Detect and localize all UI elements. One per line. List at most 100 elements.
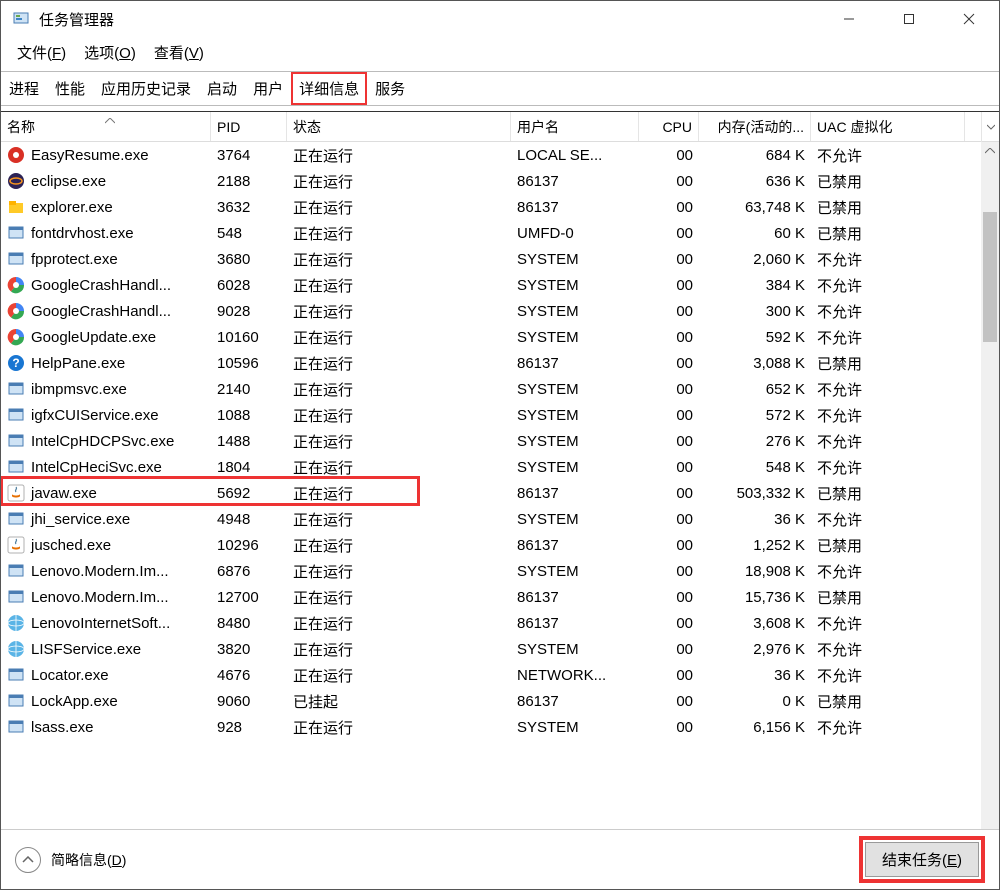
cell-cpu: 00 — [639, 405, 699, 426]
cell-uac: 不允许 — [811, 299, 965, 324]
col-pid[interactable]: PID — [211, 112, 287, 141]
process-icon — [7, 692, 25, 710]
maximize-button[interactable] — [879, 1, 939, 37]
window-controls — [819, 1, 999, 37]
menu-view[interactable]: 查看(V) — [150, 40, 208, 65]
table-row[interactable]: fontdrvhost.exe548正在运行UMFD-00060 K已禁用 — [1, 220, 999, 246]
process-icon — [7, 328, 25, 346]
process-name: IntelCpHDCPSvc.exe — [31, 433, 174, 450]
process-name: HelpPane.exe — [31, 355, 125, 372]
process-icon — [7, 172, 25, 190]
table-row[interactable]: explorer.exe3632正在运行861370063,748 K已禁用 — [1, 194, 999, 220]
cell-pid: 2188 — [211, 171, 287, 192]
cell-name: Lenovo.Modern.Im... — [1, 560, 211, 582]
table-row[interactable]: LockApp.exe9060已挂起86137000 K已禁用 — [1, 688, 999, 714]
table-row[interactable]: GoogleCrashHandl...9028正在运行SYSTEM00300 K… — [1, 298, 999, 324]
cell-memory: 572 K — [699, 405, 811, 426]
close-button[interactable] — [939, 1, 999, 37]
cell-cpu: 00 — [639, 613, 699, 634]
cell-cpu: 00 — [639, 301, 699, 322]
table-row[interactable]: fpprotect.exe3680正在运行SYSTEM002,060 K不允许 — [1, 246, 999, 272]
table-row[interactable]: IntelCpHeciSvc.exe1804正在运行SYSTEM00548 K不… — [1, 454, 999, 480]
vertical-scrollbar[interactable] — [981, 142, 999, 872]
cell-status: 正在运行 — [287, 585, 511, 610]
cell-user: SYSTEM — [511, 275, 639, 296]
minimize-button[interactable] — [819, 1, 879, 37]
col-status[interactable]: 状态 — [287, 112, 511, 141]
col-user[interactable]: 用户名 — [511, 112, 639, 141]
cell-memory: 36 K — [699, 509, 811, 530]
cell-uac: 不允许 — [811, 663, 965, 688]
tab-processes[interactable]: 进程 — [1, 72, 47, 105]
cell-cpu: 00 — [639, 483, 699, 504]
cell-cpu: 00 — [639, 431, 699, 452]
cell-uac: 不允许 — [811, 455, 965, 480]
table-row[interactable]: GoogleUpdate.exe10160正在运行SYSTEM00592 K不允… — [1, 324, 999, 350]
menu-file[interactable]: 文件(F) — [13, 40, 70, 65]
table-row[interactable]: jusched.exe10296正在运行86137001,252 K已禁用 — [1, 532, 999, 558]
process-name: fontdrvhost.exe — [31, 225, 134, 242]
table-row[interactable]: ibmpmsvc.exe2140正在运行SYSTEM00652 K不允许 — [1, 376, 999, 402]
col-uac[interactable]: UAC 虚拟化 — [811, 112, 965, 141]
process-icon — [7, 380, 25, 398]
table-row[interactable]: Lenovo.Modern.Im...6876正在运行SYSTEM0018,90… — [1, 558, 999, 584]
process-icon — [7, 432, 25, 450]
cell-name: javaw.exe — [1, 482, 211, 504]
table-row[interactable]: eclipse.exe2188正在运行8613700636 K已禁用 — [1, 168, 999, 194]
table-row[interactable]: Locator.exe4676正在运行NETWORK...0036 K不允许 — [1, 662, 999, 688]
process-icon — [7, 562, 25, 580]
cell-status: 正在运行 — [287, 715, 511, 740]
cell-uac: 不允许 — [811, 247, 965, 272]
cell-cpu: 00 — [639, 717, 699, 738]
table-row[interactable]: IntelCpHDCPSvc.exe1488正在运行SYSTEM00276 K不… — [1, 428, 999, 454]
cell-memory: 276 K — [699, 431, 811, 452]
tab-app-history[interactable]: 应用历史记录 — [93, 72, 199, 105]
tab-services[interactable]: 服务 — [367, 72, 413, 105]
cell-pid: 4676 — [211, 665, 287, 686]
less-details-label: 简略信息(D) — [51, 850, 126, 870]
table-row[interactable]: Lenovo.Modern.Im...12700正在运行861370015,73… — [1, 584, 999, 610]
cell-name: LISFService.exe — [1, 638, 211, 660]
table-row[interactable]: lsass.exe928正在运行SYSTEM006,156 K不允许 — [1, 714, 999, 740]
cell-pid: 9060 — [211, 691, 287, 712]
process-name: fpprotect.exe — [31, 251, 118, 268]
end-task-highlight: 结束任务(E) — [859, 836, 985, 883]
end-task-button[interactable]: 结束任务(E) — [865, 842, 979, 877]
table-row[interactable]: jhi_service.exe4948正在运行SYSTEM0036 K不允许 — [1, 506, 999, 532]
cell-status: 正在运行 — [287, 611, 511, 636]
process-icon — [7, 406, 25, 424]
cell-user: SYSTEM — [511, 327, 639, 348]
cell-cpu: 00 — [639, 223, 699, 244]
col-cpu[interactable]: CPU — [639, 112, 699, 141]
table-row[interactable]: igfxCUIService.exe1088正在运行SYSTEM00572 K不… — [1, 402, 999, 428]
cell-pid: 10596 — [211, 353, 287, 374]
process-icon — [7, 614, 25, 632]
table-row[interactable]: LISFService.exe3820正在运行SYSTEM002,976 K不允… — [1, 636, 999, 662]
scroll-up-icon[interactable] — [981, 142, 999, 160]
table-row[interactable]: LenovoInternetSoft...8480正在运行86137003,60… — [1, 610, 999, 636]
cell-memory: 18,908 K — [699, 561, 811, 582]
cell-memory: 548 K — [699, 457, 811, 478]
cell-memory: 384 K — [699, 275, 811, 296]
col-memory[interactable]: 内存(活动的... — [699, 112, 811, 141]
cell-name: fpprotect.exe — [1, 248, 211, 270]
cell-uac: 已禁用 — [811, 481, 965, 506]
process-name: LISFService.exe — [31, 641, 141, 658]
cell-memory: 592 K — [699, 327, 811, 348]
table-row[interactable]: javaw.exe5692正在运行8613700503,332 K已禁用 — [1, 480, 999, 506]
cell-memory: 300 K — [699, 301, 811, 322]
table-row[interactable]: GoogleCrashHandl...6028正在运行SYSTEM00384 K… — [1, 272, 999, 298]
cell-user: 86137 — [511, 353, 639, 374]
tab-users[interactable]: 用户 — [245, 72, 291, 105]
less-details-toggle[interactable]: 简略信息(D) — [15, 847, 126, 873]
table-row[interactable]: ?HelpPane.exe10596正在运行86137003,088 K已禁用 — [1, 350, 999, 376]
tab-details[interactable]: 详细信息 — [291, 72, 367, 105]
cell-user: SYSTEM — [511, 639, 639, 660]
tab-startup[interactable]: 启动 — [199, 72, 245, 105]
tab-performance[interactable]: 性能 — [47, 72, 93, 105]
scroll-thumb[interactable] — [983, 212, 997, 342]
table-row[interactable]: EasyResume.exe3764正在运行LOCAL SE...00684 K… — [1, 142, 999, 168]
process-icon — [7, 146, 25, 164]
cell-user: 86137 — [511, 171, 639, 192]
menu-options[interactable]: 选项(O) — [80, 40, 140, 65]
